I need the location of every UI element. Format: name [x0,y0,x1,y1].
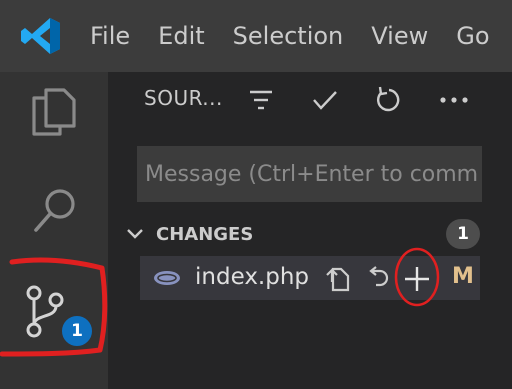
menu-bar: File Edit Selection View Go [90,0,512,72]
view-title: SOUR... [144,86,223,110]
chevron-down-icon [127,229,143,239]
php-file-icon [154,271,180,285]
menu-edit[interactable]: Edit [158,22,204,50]
view-as-tree-button[interactable] [244,80,278,120]
commit-message-input[interactable] [145,146,482,202]
check-icon [313,91,337,110]
refresh-icon [376,86,400,112]
more-actions-button[interactable] [436,80,472,120]
search-icon[interactable] [32,186,80,238]
changes-label: CHANGES [156,223,254,245]
discard-changes-icon[interactable] [366,266,392,292]
title-bar: File Edit Selection View Go [0,0,512,72]
commit-button[interactable] [308,80,342,120]
ellipsis-icon [440,97,468,103]
commit-message-box [137,146,482,202]
refresh-button[interactable] [368,80,406,120]
menu-go[interactable]: Go [456,22,489,50]
changes-section-header[interactable]: CHANGES [126,218,253,250]
menu-selection[interactable]: Selection [233,22,344,50]
changes-count-badge: 1 [446,219,480,249]
modified-status: M [452,264,474,289]
open-file-icon[interactable] [324,266,352,292]
annotation-outline [0,257,108,357]
file-name: index.php [195,264,310,290]
annotation-circle [394,247,440,307]
menu-file[interactable]: File [90,22,130,50]
list-filter-icon [250,90,272,110]
explorer-icon[interactable] [30,86,78,138]
menu-view[interactable]: View [371,22,428,50]
vscode-logo-icon [21,18,60,54]
